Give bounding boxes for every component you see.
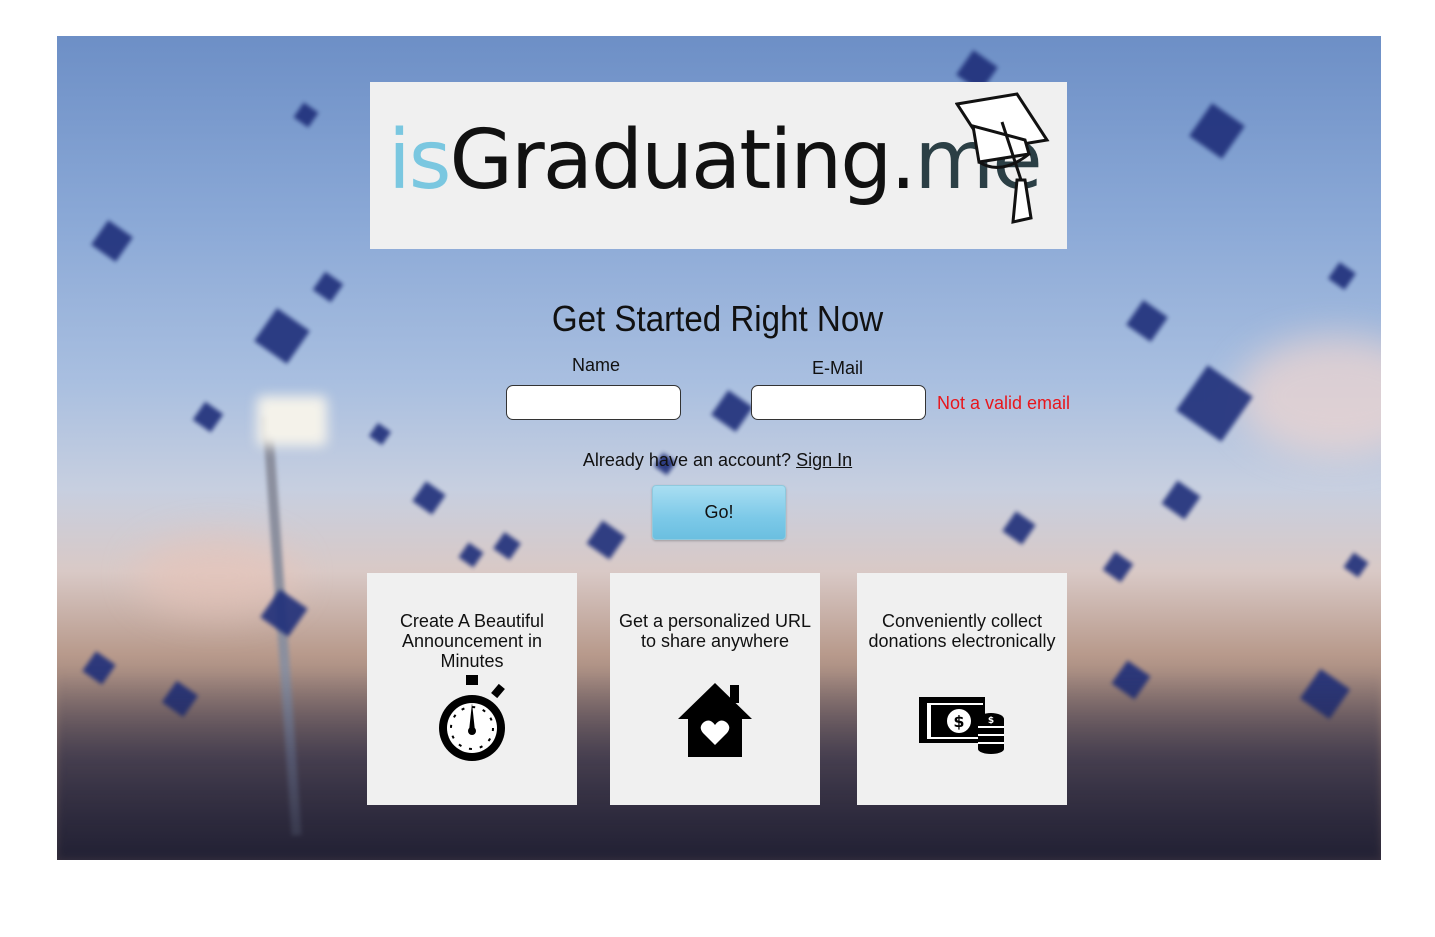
email-label: E-Mail	[812, 358, 864, 378]
page-headline: Get Started Right Now	[551, 298, 884, 339]
svg-text:$: $	[988, 716, 994, 726]
go-button[interactable]: Go!	[652, 485, 786, 540]
name-label: Name	[572, 355, 621, 375]
sign-in-row: Already have an account? Sign In	[0, 450, 1435, 471]
feature-card-announcement: Create A Beautiful Announcement in Minut…	[367, 573, 577, 805]
graduation-cap-icon	[955, 92, 1050, 224]
house-heart-icon	[678, 683, 752, 757]
stopwatch-icon	[439, 675, 505, 761]
svg-text:$: $	[953, 712, 964, 731]
sign-in-link[interactable]: Sign In	[796, 450, 852, 470]
email-error-message: Not a valid email	[937, 393, 1071, 413]
name-input[interactable]	[506, 385, 681, 420]
account-prompt: Already have an account?	[582, 450, 792, 470]
feature-card-url: Get a personalized URL to share anywhere	[610, 573, 820, 805]
feature-card-donations: Conveniently collect donations electroni…	[857, 573, 1067, 805]
feature-text: Create A Beautiful Announcement in Minut…	[399, 611, 545, 671]
logo-wordmark: isGraduating.me	[388, 113, 1043, 208]
feature-text: Conveniently collect donations electroni…	[868, 611, 1056, 651]
email-input[interactable]	[751, 385, 926, 420]
feature-text: Get a personalized URL to share anywhere	[618, 611, 812, 651]
logo: isGraduating.me	[370, 82, 1067, 249]
money-coins-icon: $ $	[919, 697, 1004, 754]
